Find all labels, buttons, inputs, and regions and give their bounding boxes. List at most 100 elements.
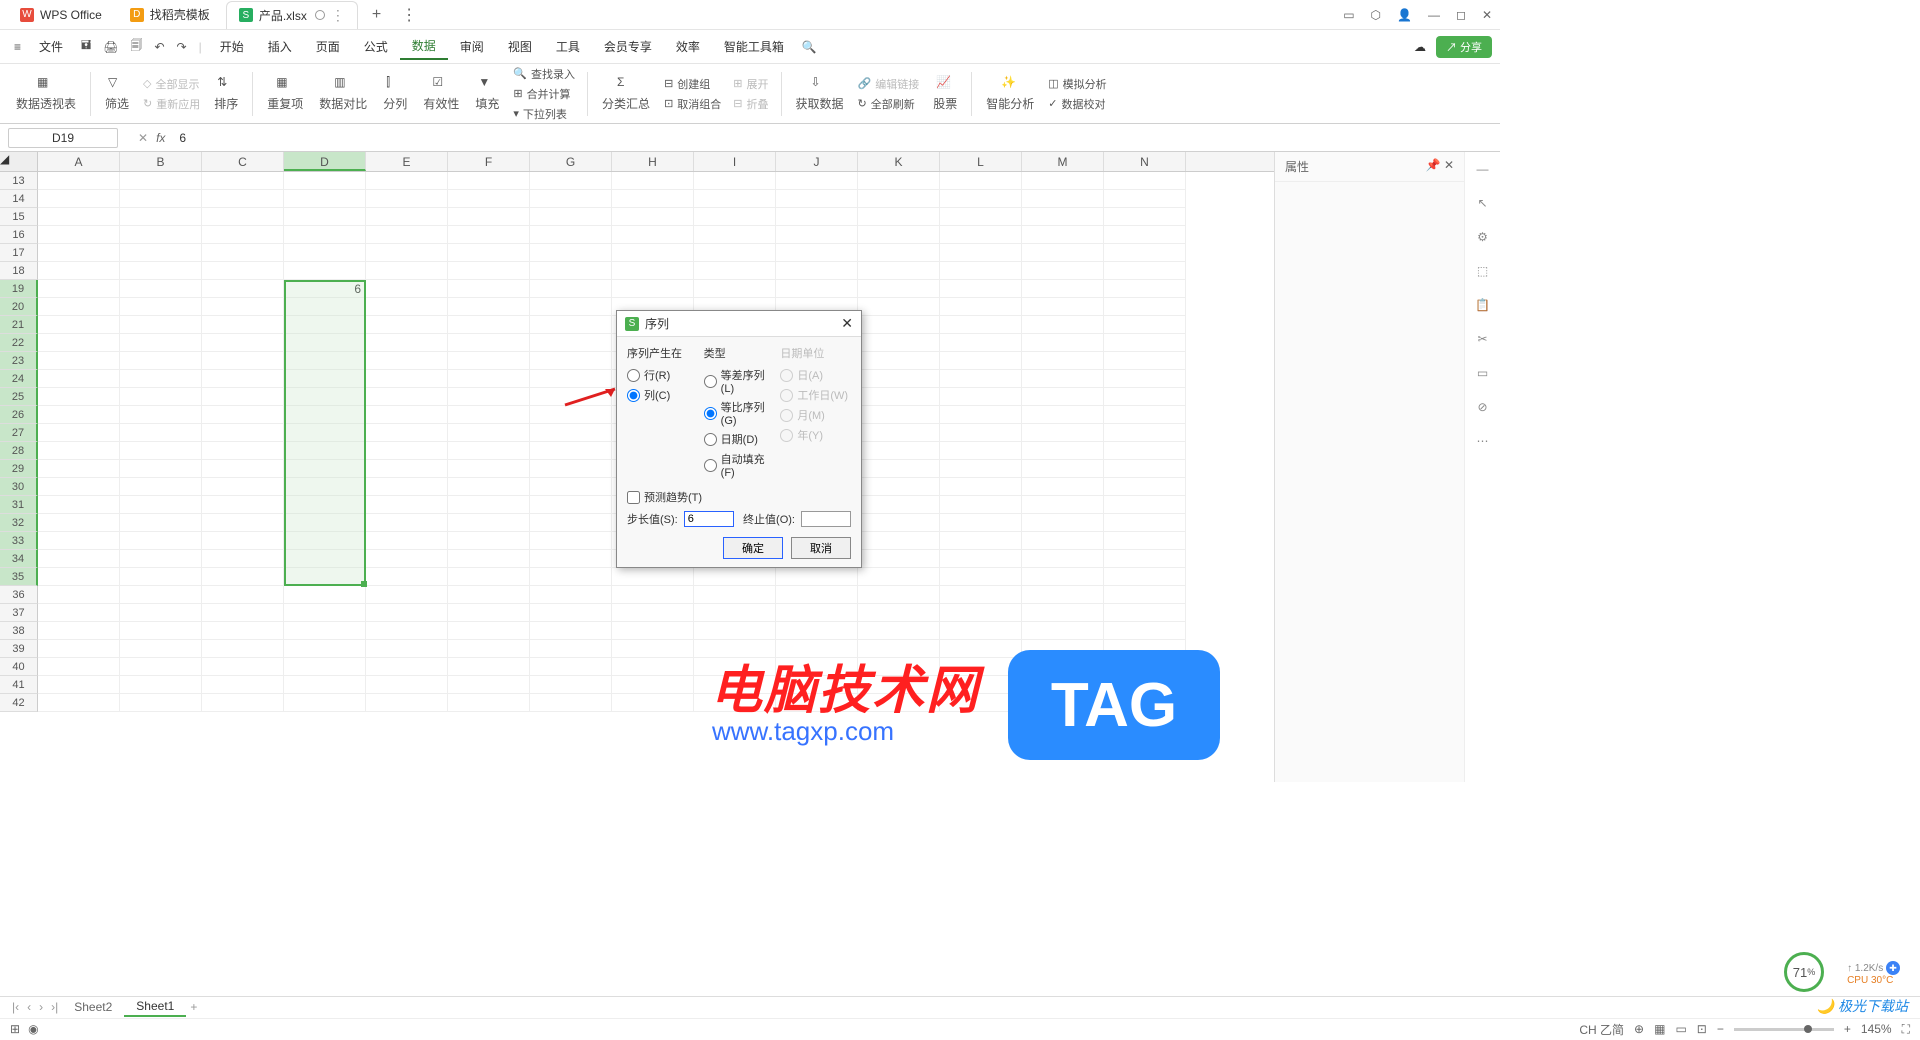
cell[interactable] — [366, 568, 448, 586]
cell[interactable] — [940, 298, 1022, 316]
row-header[interactable]: 36 — [0, 586, 38, 604]
cell[interactable] — [1104, 496, 1186, 514]
cell[interactable] — [284, 316, 366, 334]
cell[interactable] — [940, 496, 1022, 514]
cell[interactable] — [776, 208, 858, 226]
cell[interactable] — [1022, 514, 1104, 532]
zoom-in-button[interactable]: + — [1844, 1022, 1851, 1036]
cell[interactable] — [120, 622, 202, 640]
cell[interactable] — [284, 586, 366, 604]
cell[interactable] — [858, 190, 940, 208]
cell[interactable] — [1022, 226, 1104, 244]
data-compare-button[interactable]: ▥数据对比 — [313, 73, 373, 114]
cell[interactable] — [694, 568, 776, 586]
zoom-level[interactable]: 145% — [1861, 1022, 1892, 1036]
cell[interactable] — [530, 226, 612, 244]
cell[interactable] — [120, 208, 202, 226]
cell[interactable] — [858, 460, 940, 478]
collapse-button[interactable]: ⊟折叠 — [729, 95, 772, 113]
cell[interactable] — [1022, 586, 1104, 604]
row-header[interactable]: 33 — [0, 532, 38, 550]
cell[interactable] — [202, 388, 284, 406]
duplicates-button[interactable]: ▦重复项 — [261, 73, 309, 114]
cell[interactable] — [38, 622, 120, 640]
cell[interactable] — [940, 208, 1022, 226]
cell[interactable] — [530, 694, 612, 712]
cell[interactable] — [612, 262, 694, 280]
cell[interactable] — [38, 388, 120, 406]
cell[interactable] — [38, 550, 120, 568]
cell[interactable] — [1104, 604, 1186, 622]
zoom-out-button[interactable]: − — [1717, 1022, 1724, 1036]
cell[interactable] — [1022, 280, 1104, 298]
cell[interactable] — [38, 694, 120, 712]
cell[interactable] — [858, 388, 940, 406]
cell[interactable] — [1104, 514, 1186, 532]
cancel-formula-icon[interactable]: ✕ — [138, 131, 148, 145]
cell[interactable] — [448, 586, 530, 604]
cell[interactable] — [366, 298, 448, 316]
cell[interactable] — [1104, 478, 1186, 496]
cell[interactable] — [1022, 424, 1104, 442]
row-header[interactable]: 28 — [0, 442, 38, 460]
cell[interactable] — [694, 172, 776, 190]
cell[interactable] — [1022, 262, 1104, 280]
cell[interactable] — [38, 442, 120, 460]
sort-button[interactable]: ⇅排序 — [208, 73, 244, 114]
cell[interactable] — [38, 640, 120, 658]
cell[interactable] — [858, 586, 940, 604]
cell[interactable] — [202, 298, 284, 316]
row-header[interactable]: 17 — [0, 244, 38, 262]
cell[interactable] — [120, 658, 202, 676]
cell[interactable] — [1022, 352, 1104, 370]
checkbox-predict-trend[interactable]: 预测趋势(T) — [627, 489, 851, 505]
cell[interactable] — [366, 514, 448, 532]
cell[interactable] — [120, 316, 202, 334]
cell[interactable] — [366, 370, 448, 388]
tab-close-icon[interactable]: ⋮ — [331, 7, 345, 24]
menu-smart-toolbox[interactable]: 智能工具箱 — [712, 34, 796, 59]
cell[interactable] — [38, 406, 120, 424]
cell[interactable] — [38, 334, 120, 352]
cell[interactable] — [1104, 586, 1186, 604]
cell[interactable] — [284, 352, 366, 370]
save-icon[interactable]: 🖬 — [75, 32, 97, 61]
menu-data[interactable]: 数据 — [400, 33, 448, 60]
cell[interactable] — [612, 676, 694, 694]
cell[interactable] — [1022, 550, 1104, 568]
fill-button[interactable]: ▼填充 — [469, 73, 505, 114]
cell[interactable] — [1104, 280, 1186, 298]
cell[interactable] — [940, 370, 1022, 388]
cell[interactable] — [448, 388, 530, 406]
cell[interactable] — [366, 604, 448, 622]
cell[interactable] — [1022, 478, 1104, 496]
cell[interactable] — [776, 190, 858, 208]
cell[interactable] — [612, 244, 694, 262]
select-all-corner[interactable]: ◢ — [0, 152, 38, 171]
cell[interactable] — [940, 244, 1022, 262]
avatar-icon[interactable]: 👤 — [1397, 8, 1412, 22]
expand-button[interactable]: ⊞展开 — [729, 75, 772, 93]
group-button[interactable]: ⊟创建组 — [660, 75, 725, 93]
record-icon[interactable]: ◉ — [28, 1022, 38, 1036]
cell[interactable] — [38, 280, 120, 298]
cell[interactable] — [940, 622, 1022, 640]
cell[interactable]: 6 — [284, 280, 366, 298]
cell[interactable] — [120, 352, 202, 370]
cell[interactable] — [366, 352, 448, 370]
cell[interactable] — [694, 604, 776, 622]
cell[interactable] — [202, 514, 284, 532]
cell[interactable] — [694, 190, 776, 208]
cell[interactable] — [1104, 460, 1186, 478]
tab-wps-office[interactable]: W WPS Office — [8, 1, 114, 29]
cell[interactable] — [448, 514, 530, 532]
col-header[interactable]: E — [366, 152, 448, 171]
row-header[interactable]: 37 — [0, 604, 38, 622]
cell[interactable] — [284, 208, 366, 226]
cell[interactable] — [530, 424, 612, 442]
edit-link-button[interactable]: 🔗编辑链接 — [854, 75, 924, 93]
radio-geometric[interactable]: 等比序列(G) — [704, 399, 775, 427]
view-page-icon[interactable]: ▭ — [1675, 1022, 1686, 1036]
cell[interactable] — [284, 406, 366, 424]
cell[interactable] — [1022, 532, 1104, 550]
